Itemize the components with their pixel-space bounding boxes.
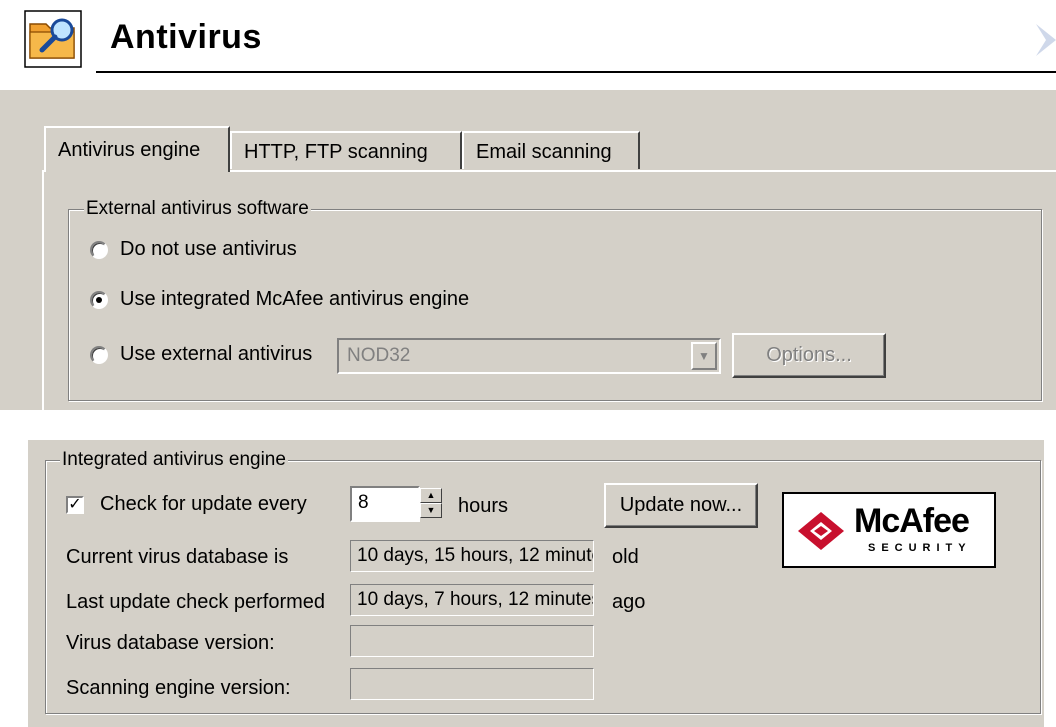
last-check-label: Last update check performed — [66, 591, 326, 613]
antivirus-app-icon — [24, 10, 82, 68]
radio-label: Use external antivirus — [120, 343, 313, 365]
db-age-label: Current virus database is — [66, 546, 289, 568]
radio-label: Do not use antivirus — [120, 238, 297, 260]
hours-label: hours — [458, 495, 509, 517]
last-check-field: 10 days, 7 hours, 12 minutes — [350, 584, 594, 616]
engine-version-label: Scanning engine version: — [66, 677, 291, 699]
update-interval-input[interactable]: 8 — [350, 486, 420, 522]
tab-http-ftp-scanning[interactable]: HTTP, FTP scanning — [230, 131, 462, 169]
options-button[interactable]: Options... — [732, 333, 886, 378]
select-value: NOD32 — [347, 345, 411, 366]
engine-version-field — [350, 668, 594, 700]
chevron-down-icon[interactable]: ▼ — [691, 342, 717, 370]
mcafee-shield-icon — [798, 512, 844, 550]
radio-use-integrated-mcafee[interactable]: Use integrated McAfee antivirus engine — [90, 288, 469, 311]
radio-use-external[interactable]: Use external antivirus — [90, 343, 312, 366]
radio-do-not-use[interactable]: Do not use antivirus — [90, 238, 297, 261]
tab-body-border — [42, 170, 44, 410]
update-now-button[interactable]: Update now... — [604, 483, 758, 528]
spin-up-icon[interactable]: ▲ — [420, 488, 442, 503]
tab-antivirus-engine[interactable]: Antivirus engine — [44, 126, 230, 172]
db-age-field: 10 days, 15 hours, 12 minutes — [350, 540, 594, 572]
db-version-field — [350, 625, 594, 657]
mcafee-logo: McAfee SECURITY — [782, 492, 996, 568]
tab-strip-border — [230, 170, 1056, 172]
check-update-label: Check for update every — [100, 493, 307, 515]
db-version-label: Virus database version: — [66, 632, 275, 654]
integrated-engine-group-label: Integrated antivirus engine — [60, 449, 288, 471]
tab-email-scanning[interactable]: Email scanning — [462, 131, 640, 169]
spin-down-icon[interactable]: ▼ — [420, 503, 442, 518]
update-interval-stepper[interactable]: ▲ ▼ — [420, 488, 442, 518]
page-title: Antivirus — [110, 18, 262, 56]
mcafee-sub: SECURITY — [868, 542, 972, 554]
radio-indicator[interactable] — [90, 240, 108, 259]
last-check-suffix: ago — [612, 591, 646, 613]
check-update-checkbox[interactable]: ✓ — [66, 496, 84, 514]
radio-indicator[interactable] — [90, 345, 108, 364]
db-age-suffix: old — [612, 546, 639, 568]
radio-label: Use integrated McAfee antivirus engine — [120, 288, 470, 310]
external-antivirus-group-label: External antivirus software — [84, 198, 311, 220]
radio-indicator-selected[interactable] — [90, 290, 108, 309]
corner-decoration-icon — [1016, 20, 1056, 60]
mcafee-brand: McAfee — [854, 502, 970, 540]
external-antivirus-select[interactable]: NOD32 ▼ — [337, 338, 721, 374]
title-divider — [96, 71, 1056, 73]
